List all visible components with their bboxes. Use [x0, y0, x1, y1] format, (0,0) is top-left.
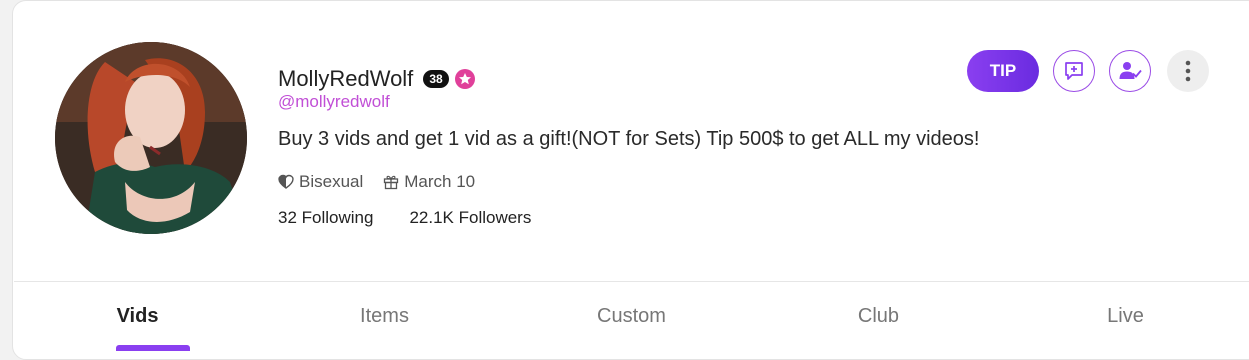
birthday-label: March 10	[404, 172, 476, 191]
user-check-icon	[1119, 62, 1142, 79]
level-badge: 38	[423, 70, 449, 88]
tab-items[interactable]: Items	[261, 282, 508, 350]
subscribe-button[interactable]	[1109, 50, 1151, 92]
tab-vids[interactable]: Vids	[14, 282, 261, 350]
orientation: Bisexual	[278, 172, 363, 192]
message-button[interactable]	[1053, 50, 1095, 92]
tab-custom[interactable]: Custom	[508, 282, 755, 350]
more-options-button[interactable]	[1167, 50, 1209, 92]
profile-bio: Buy 3 vids and get 1 vid as a gift!(NOT …	[278, 128, 980, 150]
following-count[interactable]: 32 Following	[278, 208, 373, 228]
profile-handle: @mollyredwolf	[278, 92, 390, 111]
tab-live[interactable]: Live	[1002, 282, 1249, 350]
profile-actions: TIP	[967, 50, 1209, 92]
message-plus-icon	[1065, 62, 1083, 80]
meta-row: Bisexual March 10	[278, 172, 475, 192]
heart-half-icon	[278, 174, 294, 189]
stats-row: 32 Following 22.1K Followers	[278, 208, 531, 228]
name-row: MollyRedWolf 38	[278, 66, 475, 92]
profile-tabs: Vids Items Custom Club Live	[14, 282, 1249, 350]
tip-button[interactable]: TIP	[967, 50, 1039, 92]
active-tab-indicator	[116, 345, 190, 351]
avatar[interactable]	[55, 42, 247, 234]
profile-name[interactable]: MollyRedWolf	[278, 66, 413, 92]
verified-star-icon	[454, 69, 475, 89]
birthday: March 10	[383, 172, 475, 192]
more-vertical-icon	[1185, 60, 1191, 82]
followers-count[interactable]: 22.1K Followers	[409, 208, 531, 228]
orientation-label: Bisexual	[299, 172, 364, 191]
gift-icon	[384, 175, 399, 190]
tab-club[interactable]: Club	[755, 282, 1002, 350]
